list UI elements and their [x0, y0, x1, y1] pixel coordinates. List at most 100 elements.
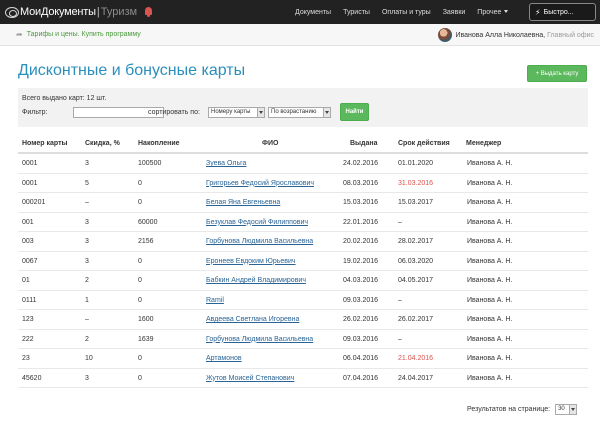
sort-field-select[interactable]: Номеру карты [208, 107, 265, 118]
cell-issued-date: 26.02.2016 [343, 316, 379, 323]
filter-panel: Всего выдано карт: 12 шт. Фильтр: сортир… [18, 88, 588, 127]
cell-issued-date: 15.03.2016 [343, 199, 379, 206]
cell-valid-until: 31.03.2016 [398, 179, 434, 187]
cell-manager: Иванова А. Н. [467, 179, 513, 187]
header-valid-until[interactable]: Срок действия [398, 140, 450, 147]
cell-manager: Иванова А. Н. [467, 160, 513, 167]
sort-field-value: Номеру карты [211, 109, 251, 115]
nav-payments-tours[interactable]: Оплаты и туры [382, 9, 431, 16]
cell-accumulation: 100500 [138, 160, 162, 167]
find-button[interactable]: Найти [340, 103, 369, 121]
cell-issued-date: 04.03.2016 [343, 277, 379, 284]
header-card-number[interactable]: Номер карты [22, 140, 68, 147]
nav-other-dropdown[interactable]: Прочее [477, 8, 509, 16]
user-name: Иванова Алла Николаевна, [455, 31, 546, 39]
cell-discount: 1 [85, 296, 89, 304]
cell-issued-date: 22.01.2016 [343, 218, 379, 226]
cell-discount: 2 [85, 335, 89, 343]
header-manager[interactable]: Менеджер [466, 140, 501, 147]
nav-requests[interactable]: Заявки [443, 9, 466, 16]
cell-manager: Иванова А. Н. [467, 316, 513, 323]
nav-documents[interactable]: Документы [295, 9, 331, 16]
brand-logo-link[interactable]: МоиДокументы | Туризм [0, 0, 137, 24]
cell-card-number: 0111 [22, 296, 37, 304]
brand-sub-text: Туризм [100, 6, 138, 18]
cell-valid-until: – [398, 296, 402, 304]
table-row: 0001 3 100500 Зуева Ольга 24.02.2016 01.01.20… [18, 154, 588, 174]
cell-accumulation: 0 [138, 296, 142, 304]
cell-client-name-link[interactable]: Горбунова Людмила Васильевна [206, 336, 313, 343]
cell-client-name-link[interactable]: Бабкин Андрей Владимирович [206, 277, 306, 284]
cell-card-number: 003 [22, 238, 34, 245]
table-header: Номер карты Скидка, % Накопление ФИО Выд… [18, 134, 588, 154]
brand-main-text: МоиДокументы [20, 6, 96, 18]
table-row: 45620 3 0 Жутов Моисей Степанович 07.04.2016… [18, 369, 588, 388]
table-row: 001 3 60000 Безуклав Федосий Филиппович 22.0… [18, 213, 588, 232]
user-menu[interactable]: Иванова Алла Николаевна, Главный офис [438, 27, 594, 43]
lightning-icon: ⚡ [535, 7, 541, 17]
cell-issued-date: 19.02.2016 [343, 257, 379, 265]
cell-client-name-link[interactable]: Артамонов [206, 355, 242, 362]
cell-card-number: 45620 [22, 374, 42, 382]
table-row: 23 10 0 Артамонов 06.04.2016 21.04.2016 Иванов… [18, 349, 588, 369]
cell-issued-date: 20.02.2016 [343, 238, 379, 245]
quick-actions-button[interactable]: ⚡ Быстро... [529, 3, 596, 21]
cell-client-name-link[interactable]: Авдеева Светлана Игоревна [206, 316, 299, 323]
table-row: 000201 – 0 Белая Яна Евгеньевна 15.03.2016 15… [18, 193, 588, 213]
table-row: 222 2 1639 Горбунова Людмила Васильевна 09.0… [18, 330, 588, 349]
cell-card-number: 01 [22, 277, 30, 284]
cell-accumulation: 0 [138, 199, 142, 206]
sort-order-value: По возрастанию [271, 109, 317, 115]
header-discount[interactable]: Скидка, % [85, 140, 120, 147]
avatar [438, 28, 453, 42]
cell-client-name-link[interactable]: Зуева Ольга [206, 160, 246, 167]
cell-client-name-link[interactable]: Григорьев Федосий Ярославович [206, 180, 314, 187]
cell-client-name-link[interactable]: Безуклав Федосий Филиппович [206, 219, 308, 226]
cell-issued-date: 07.04.2016 [343, 374, 379, 382]
cell-client-name-link[interactable]: Ramil [206, 297, 224, 304]
nav-other-label: Прочее [477, 8, 502, 16]
brand-separator: | [96, 6, 100, 18]
quick-actions-label: Быстро... [543, 8, 574, 16]
per-page-control: Результатов на странице: 30 [467, 404, 578, 415]
cell-valid-until: – [398, 218, 402, 226]
cell-client-name-link[interactable]: Белая Яна Евгеньевна [206, 199, 280, 206]
header-full-name[interactable]: ФИО [262, 140, 278, 147]
cell-manager: Иванова А. Н. [467, 199, 513, 206]
cell-discount: – [85, 316, 89, 323]
cell-discount: 3 [85, 257, 89, 265]
cell-issued-date: 09.03.2016 [343, 335, 379, 343]
tariff-link[interactable]: Тарифы и цены. Купить программу [27, 31, 141, 38]
user-office: Главный офис [547, 31, 594, 39]
cell-card-number: 0067 [22, 257, 38, 265]
table-row: 01 2 0 Бабкин Андрей Владимирович 04.03.2016… [18, 271, 588, 291]
cell-manager: Иванова А. Н. [467, 374, 513, 382]
cell-discount: 3 [85, 238, 89, 245]
cell-accumulation: 2156 [138, 238, 154, 245]
header-issued[interactable]: Выдана [350, 140, 378, 147]
cell-discount: 3 [85, 160, 89, 167]
cell-accumulation: 1639 [138, 335, 154, 343]
page-title: Дисконтные и бонусные карты [18, 62, 246, 79]
cell-client-name-link[interactable]: Жутов Моисей Степанович [206, 375, 294, 382]
table-body: 0001 3 100500 Зуева Ольга 24.02.2016 01.01.20… [18, 154, 588, 388]
cell-accumulation: 60000 [138, 218, 158, 226]
per-page-select[interactable]: 30 [555, 404, 578, 415]
sort-order-select[interactable]: По возрастанию [268, 107, 331, 118]
issue-card-button[interactable]: + Выдать карту [527, 65, 587, 82]
cell-client-name-link[interactable]: Еронеев Евдоким Юрьевич [206, 258, 296, 265]
cell-discount: – [85, 199, 89, 206]
nav-tourists[interactable]: Туристы [343, 9, 370, 16]
cell-client-name-link[interactable]: Горбунова Людмила Васильевна [206, 238, 313, 245]
cell-issued-date: 06.04.2016 [343, 355, 379, 362]
cell-valid-until: 24.04.2017 [398, 374, 434, 382]
header-accumulation[interactable]: Накопление [138, 140, 180, 147]
cards-table: Номер карты Скидка, % Накопление ФИО Выд… [18, 134, 588, 388]
bell-icon[interactable] [144, 7, 153, 17]
cell-manager: Иванова А. Н. [467, 277, 513, 284]
per-page-value: 30 [558, 406, 565, 412]
chevron-down-icon [569, 405, 577, 414]
sub-bar: ➦ Тарифы и цены. Купить программу Иванов… [0, 24, 600, 46]
cell-accumulation: 0 [138, 179, 142, 187]
cell-valid-until: 21.04.2016 [398, 355, 434, 362]
